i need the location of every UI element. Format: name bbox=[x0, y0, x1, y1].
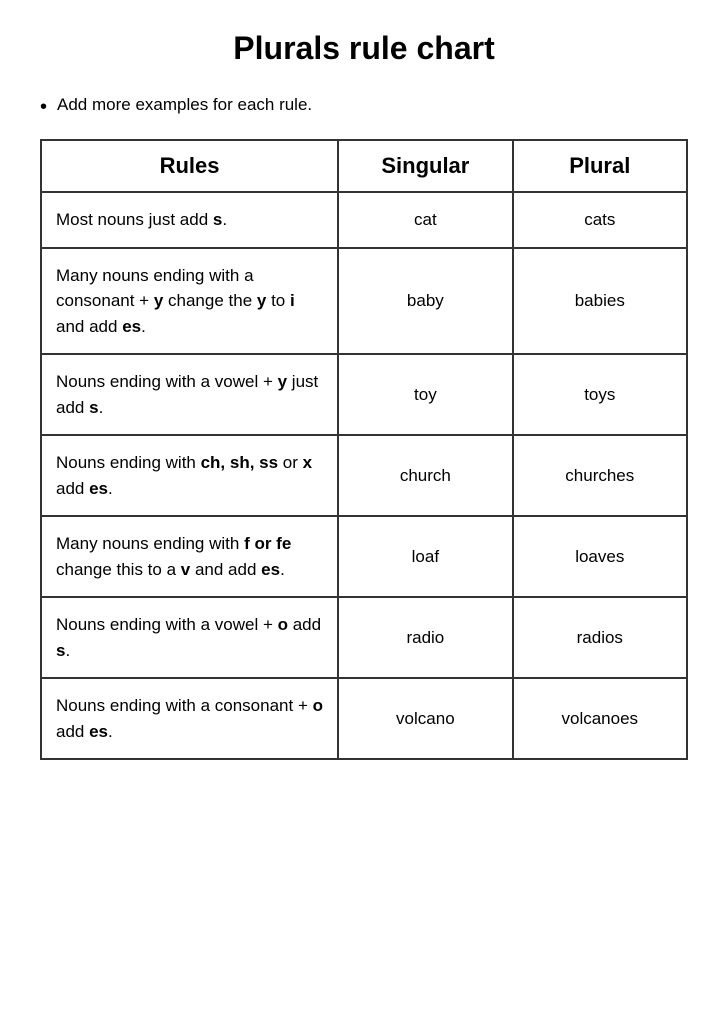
singular-cell-6: volcano bbox=[338, 678, 512, 759]
header-plural: Plural bbox=[513, 140, 687, 192]
header-singular: Singular bbox=[338, 140, 512, 192]
table-row: Nouns ending with ch, sh, ss or x add es… bbox=[41, 435, 687, 516]
table-header-row: Rules Singular Plural bbox=[41, 140, 687, 192]
instruction-label: Add more examples for each rule. bbox=[57, 95, 312, 115]
plural-cell-0: cats bbox=[513, 192, 687, 248]
plural-cell-3: churches bbox=[513, 435, 687, 516]
header-rules: Rules bbox=[41, 140, 338, 192]
rule-cell-1: Many nouns ending with a consonant + y c… bbox=[41, 248, 338, 355]
singular-cell-5: radio bbox=[338, 597, 512, 678]
plural-cell-6: volcanoes bbox=[513, 678, 687, 759]
singular-cell-1: baby bbox=[338, 248, 512, 355]
table-row: Many nouns ending with f or fe change th… bbox=[41, 516, 687, 597]
table-row: Nouns ending with a vowel + o add s.radi… bbox=[41, 597, 687, 678]
singular-cell-3: church bbox=[338, 435, 512, 516]
plural-cell-2: toys bbox=[513, 354, 687, 435]
singular-cell-4: loaf bbox=[338, 516, 512, 597]
rule-cell-0: Most nouns just add s. bbox=[41, 192, 338, 248]
rule-cell-3: Nouns ending with ch, sh, ss or x add es… bbox=[41, 435, 338, 516]
plurals-table: Rules Singular Plural Most nouns just ad… bbox=[40, 139, 688, 760]
singular-cell-2: toy bbox=[338, 354, 512, 435]
rule-cell-4: Many nouns ending with f or fe change th… bbox=[41, 516, 338, 597]
instruction-text: • Add more examples for each rule. bbox=[40, 95, 688, 119]
rule-cell-5: Nouns ending with a vowel + o add s. bbox=[41, 597, 338, 678]
bullet-point: • bbox=[40, 95, 47, 119]
plural-cell-1: babies bbox=[513, 248, 687, 355]
table-row: Nouns ending with a consonant + o add es… bbox=[41, 678, 687, 759]
table-row: Most nouns just add s.catcats bbox=[41, 192, 687, 248]
plural-cell-5: radios bbox=[513, 597, 687, 678]
table-row: Nouns ending with a vowel + y just add s… bbox=[41, 354, 687, 435]
plural-cell-4: loaves bbox=[513, 516, 687, 597]
page-title: Plurals rule chart bbox=[40, 30, 688, 67]
rule-cell-6: Nouns ending with a consonant + o add es… bbox=[41, 678, 338, 759]
singular-cell-0: cat bbox=[338, 192, 512, 248]
table-row: Many nouns ending with a consonant + y c… bbox=[41, 248, 687, 355]
rule-cell-2: Nouns ending with a vowel + y just add s… bbox=[41, 354, 338, 435]
